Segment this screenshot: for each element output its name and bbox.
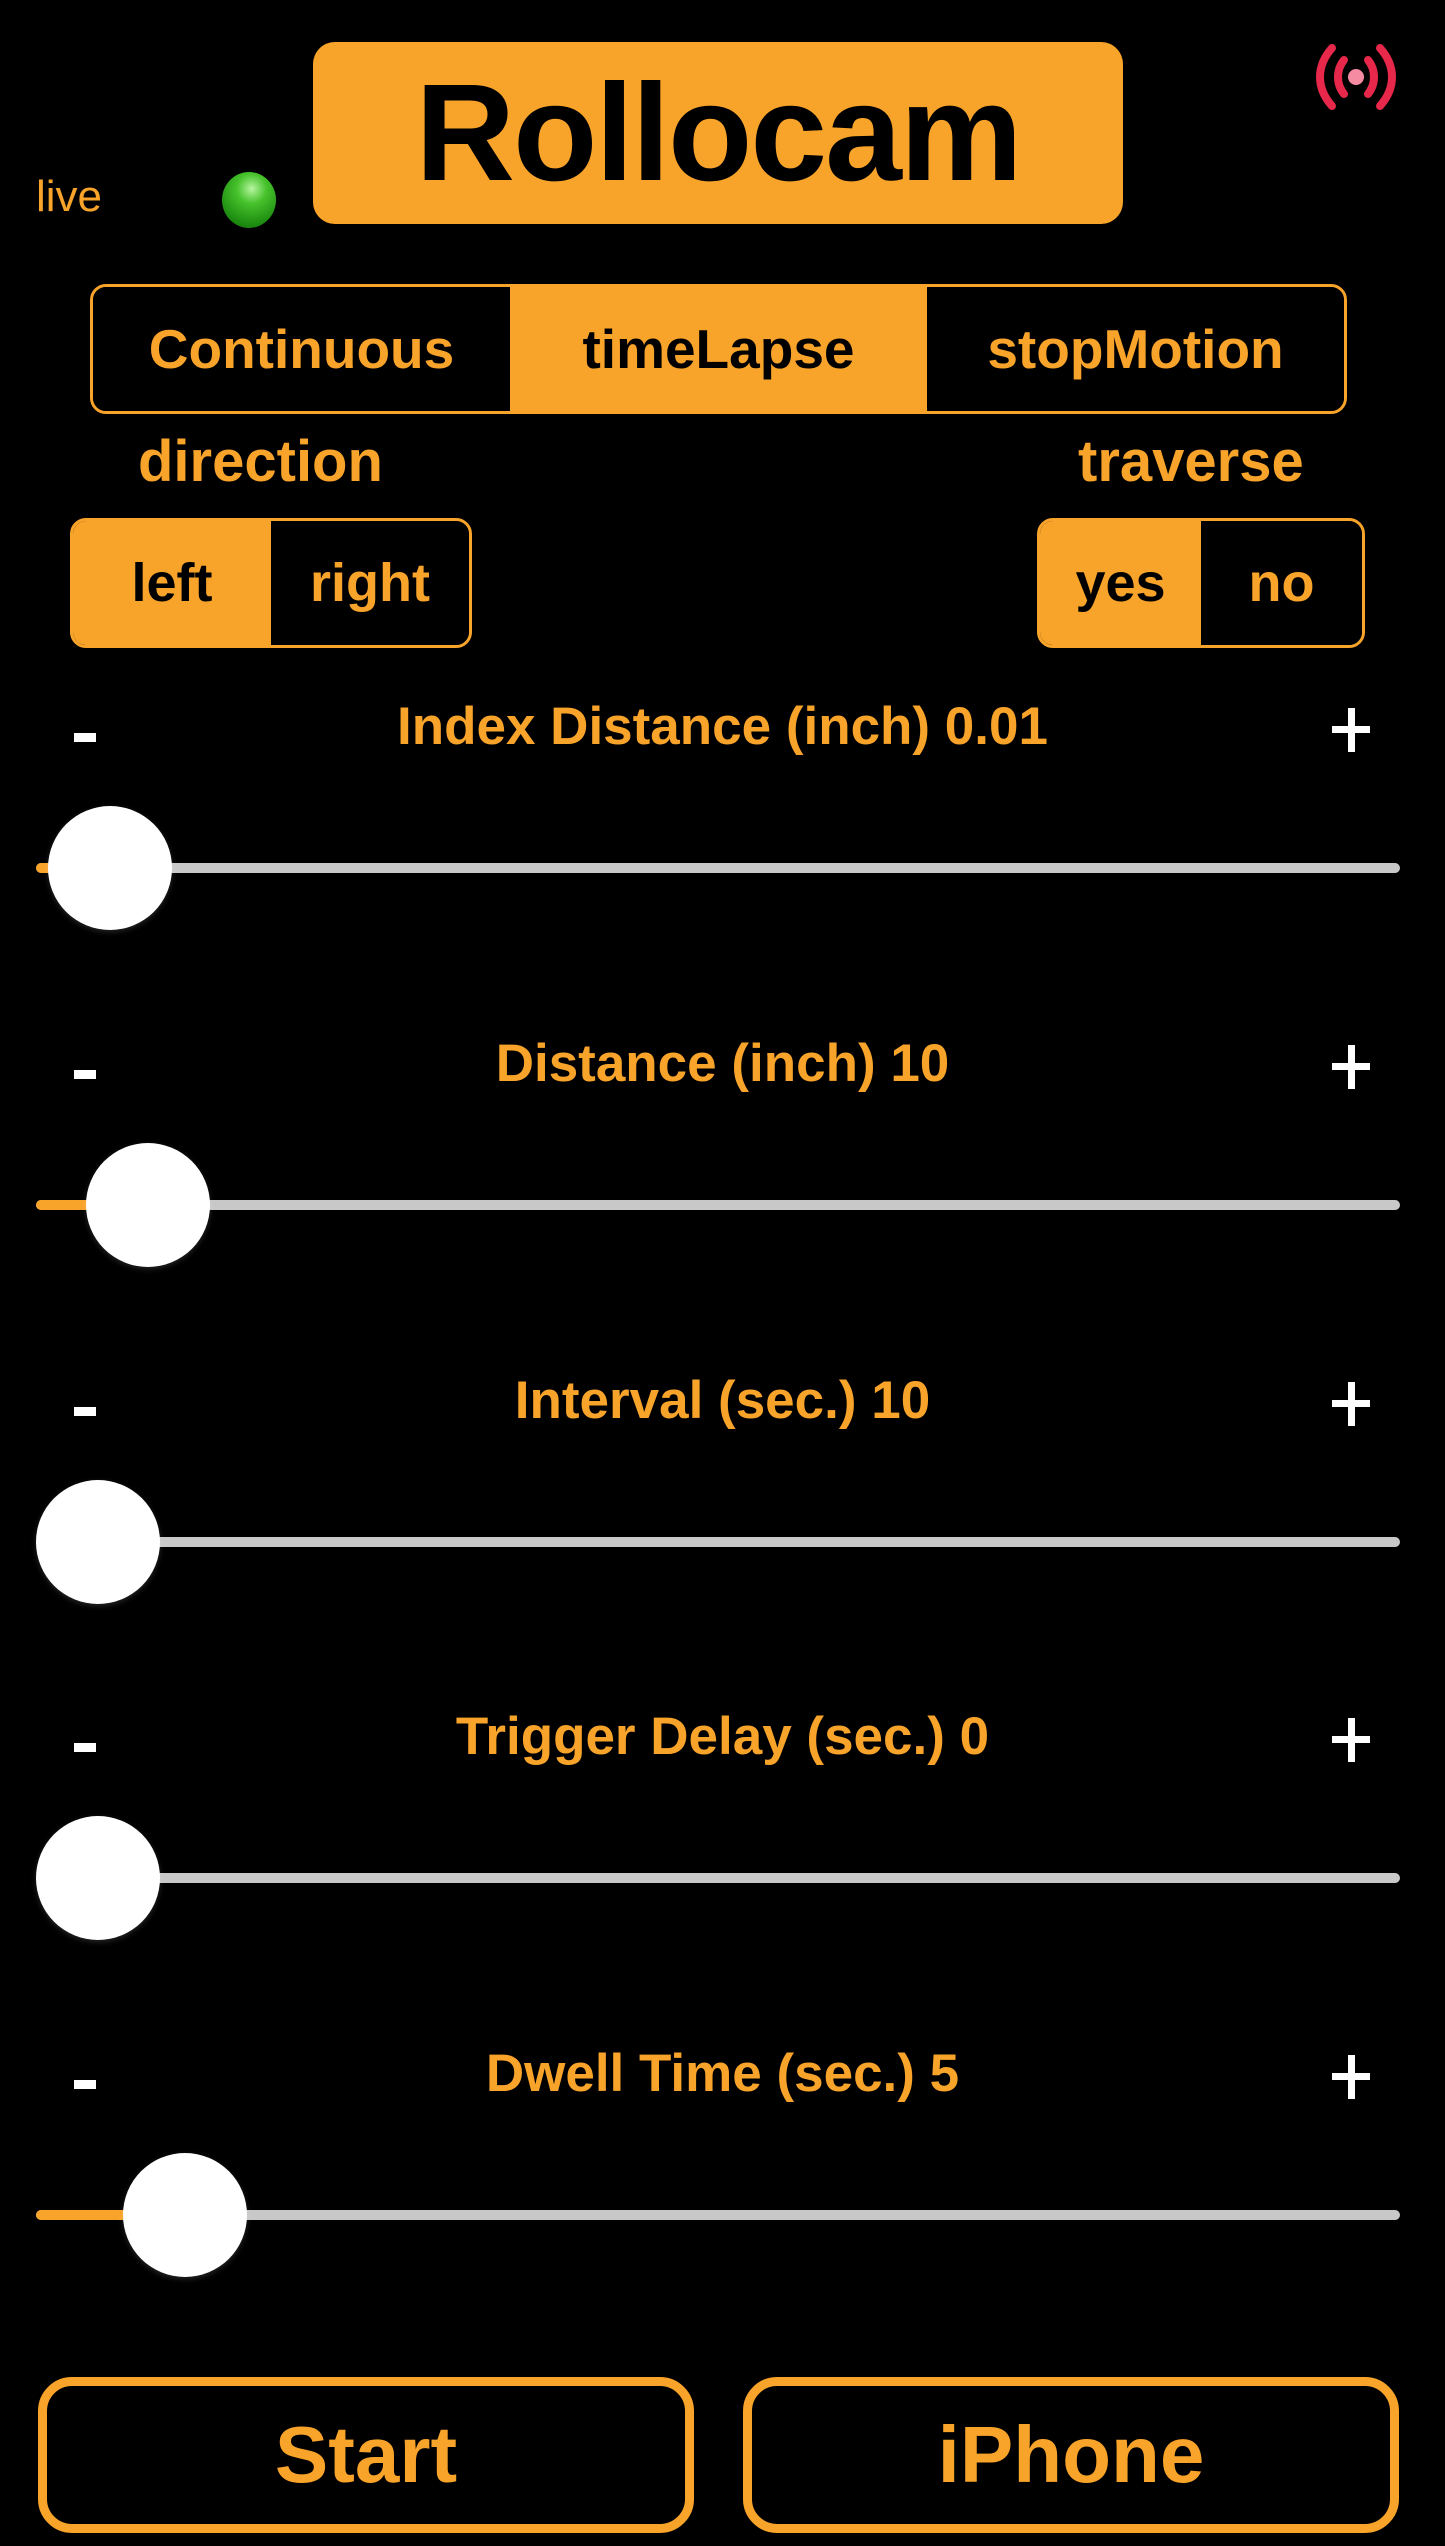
slider-thumb[interactable]	[122, 2153, 247, 2277]
interval-slider[interactable]	[36, 1480, 1400, 1604]
app-title-banner: Rollocam	[313, 42, 1123, 224]
live-status-indicator-icon	[222, 172, 276, 228]
distance-increment-button[interactable]	[1330, 1045, 1374, 1089]
dwell-time-decrement-button[interactable]	[70, 2069, 100, 2099]
mode-option-continuous[interactable]: Continuous	[93, 287, 510, 411]
minus-icon	[74, 2079, 96, 2089]
mode-segmented-control: Continuous timeLapse stopMotion	[90, 284, 1347, 414]
dwell-time-increment-button[interactable]	[1330, 2055, 1374, 2099]
broadcast-icon[interactable]	[1310, 40, 1402, 114]
interval-increment-button[interactable]	[1330, 1382, 1374, 1426]
device-button[interactable]: iPhone	[743, 2377, 1399, 2533]
direction-option-left[interactable]: left	[73, 521, 271, 645]
start-button[interactable]: Start	[38, 2377, 694, 2533]
trigger-delay-increment-button[interactable]	[1330, 1718, 1374, 1762]
index-distance-label: Index Distance (inch) 0.01	[397, 697, 1048, 756]
interval-slider-group: Interval (sec.) 10	[0, 1374, 1445, 1674]
minus-icon	[74, 732, 96, 742]
direction-label: direction	[138, 429, 383, 494]
mode-option-timelapse[interactable]: timeLapse	[510, 287, 927, 411]
index-distance-decrement-button[interactable]	[70, 722, 100, 752]
direction-segmented-control: left right	[70, 518, 472, 648]
interval-decrement-button[interactable]	[70, 1396, 100, 1426]
minus-icon	[74, 1406, 96, 1416]
traverse-option-yes[interactable]: yes	[1040, 521, 1201, 645]
slider-thumb[interactable]	[36, 1480, 160, 1604]
traverse-label: traverse	[1078, 429, 1304, 494]
interval-label: Interval (sec.) 10	[514, 1371, 931, 1430]
minus-icon	[74, 1742, 96, 1752]
slider-thumb[interactable]	[85, 1143, 210, 1267]
traverse-segmented-control: yes no	[1037, 518, 1365, 648]
dwell-time-slider[interactable]	[36, 2153, 1400, 2277]
trigger-delay-slider[interactable]	[36, 1816, 1400, 1940]
dwell-time-label: Dwell Time (sec.) 5	[485, 2044, 960, 2103]
distance-slider[interactable]	[36, 1143, 1400, 1267]
dwell-time-slider-group: Dwell Time (sec.) 5	[0, 2047, 1445, 2347]
distance-label: Distance (inch) 10	[495, 1034, 950, 1093]
minus-icon	[74, 1069, 96, 1079]
index-distance-slider-group: Index Distance (inch) 0.01	[0, 700, 1445, 1000]
trigger-delay-slider-group: Trigger Delay (sec.) 0	[0, 1710, 1445, 2010]
trigger-delay-label: Trigger Delay (sec.) 0	[455, 1707, 990, 1766]
slider-thumb[interactable]	[48, 806, 173, 930]
index-distance-increment-button[interactable]	[1330, 708, 1374, 752]
traverse-option-no[interactable]: no	[1201, 521, 1362, 645]
distance-decrement-button[interactable]	[70, 1059, 100, 1089]
trigger-delay-decrement-button[interactable]	[70, 1732, 100, 1762]
app-title: Rollocam	[415, 56, 1022, 210]
slider-thumb[interactable]	[36, 1816, 160, 1940]
distance-slider-group: Distance (inch) 10	[0, 1037, 1445, 1337]
mode-option-stopmotion[interactable]: stopMotion	[927, 287, 1344, 411]
index-distance-slider[interactable]	[36, 806, 1400, 930]
live-label: live	[36, 172, 103, 221]
direction-option-right[interactable]: right	[271, 521, 469, 645]
